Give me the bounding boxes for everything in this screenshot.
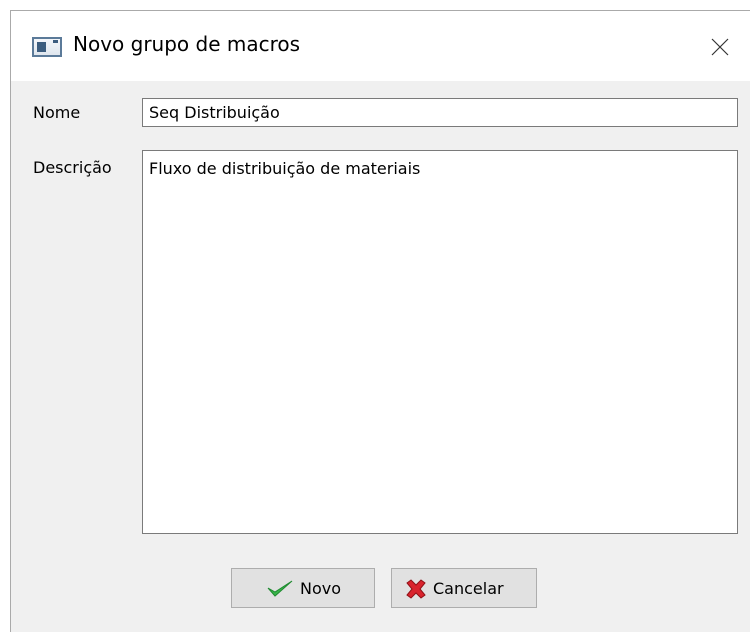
description-textarea[interactable]: Fluxo de distribuição de materiais [142, 150, 738, 534]
name-label: Nome [33, 103, 81, 122]
close-button[interactable] [700, 29, 740, 65]
window-title: Novo grupo de macros [73, 32, 301, 56]
dialog-window: Novo grupo de macros Nome Seq Distribuiç… [10, 10, 750, 632]
cancelar-button-label: Cancelar [433, 579, 504, 598]
window-app-icon [32, 37, 62, 57]
title-bar[interactable]: Novo grupo de macros [11, 11, 750, 81]
green-checkmark-icon [267, 580, 293, 597]
red-x-icon [406, 579, 426, 599]
close-icon [711, 38, 729, 56]
cancelar-button[interactable]: Cancelar [391, 568, 537, 608]
name-field[interactable]: Seq Distribuição [142, 98, 738, 127]
novo-button-label: Novo [300, 579, 342, 598]
novo-button[interactable]: Novo [231, 568, 375, 608]
description-label: Descrição [33, 158, 112, 177]
